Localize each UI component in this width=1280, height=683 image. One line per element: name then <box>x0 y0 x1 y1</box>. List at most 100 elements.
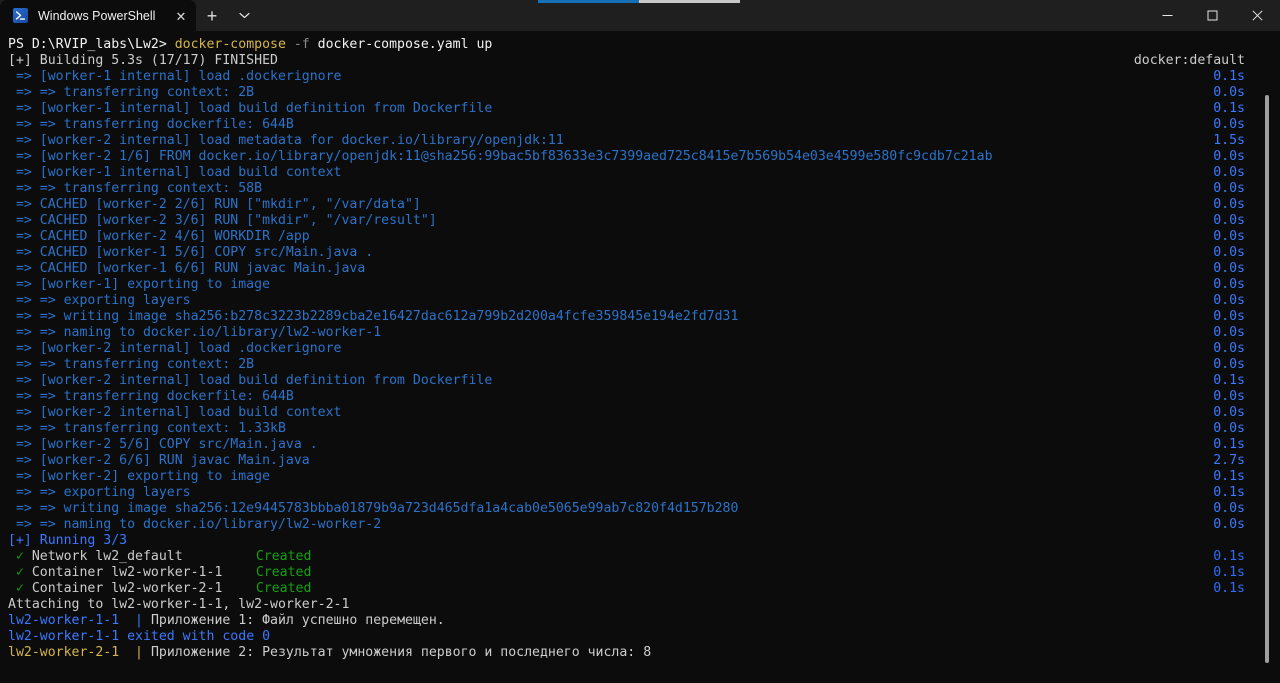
prompt-line: PS D:\RVIP_labs\Lw2> docker-compose -f d… <box>0 37 1280 53</box>
build-step-line: => [worker-1] exporting to image 0.0s <box>0 277 1280 293</box>
chevron-down-icon[interactable] <box>228 0 260 31</box>
prompt-path: PS D:\RVIP_labs\Lw2> <box>8 37 175 52</box>
step-duration: 0.1s <box>1213 101 1245 116</box>
step-duration: 0.0s <box>1213 277 1245 292</box>
tab-windows-powershell[interactable]: Windows PowerShell ✕ <box>0 0 196 31</box>
progress-track-remainder <box>639 0 740 3</box>
build-step-line: => CACHED [worker-2 4/6] WORKDIR /app 0.0… <box>0 229 1280 245</box>
step-duration: 0.0s <box>1213 149 1245 164</box>
build-step-text: => [worker-2 internal] load metadata for… <box>8 133 564 148</box>
build-step-text: => => writing image sha256:b278c3223b228… <box>8 309 739 324</box>
title-bar: Windows PowerShell ✕ + <box>0 0 1280 31</box>
step-duration: 0.0s <box>1213 197 1245 212</box>
step-duration: 0.0s <box>1213 261 1245 276</box>
resource-status: Created <box>255 581 312 596</box>
close-tab-icon[interactable]: ✕ <box>166 0 196 31</box>
build-step-text: => [worker-2 internal] load build defini… <box>8 373 493 388</box>
step-duration: 0.0s <box>1213 309 1245 324</box>
resource-line: ✓ Container lw2-worker-1-1 Created 0.1s <box>0 565 1280 581</box>
progress-fill <box>538 0 639 3</box>
step-duration: 0.1s <box>1213 549 1245 564</box>
resource-line: ✓ Container lw2-worker-2-1 Created 0.1s <box>0 581 1280 597</box>
build-step-line: => => transferring context: 58B 0.0s <box>0 181 1280 197</box>
maximize-button[interactable] <box>1190 0 1235 31</box>
step-duration: 0.0s <box>1213 357 1245 372</box>
step-duration: 0.0s <box>1213 341 1245 356</box>
step-duration: 0.0s <box>1213 181 1245 196</box>
build-step-line: => [worker-2 internal] load metadata for… <box>0 133 1280 149</box>
build-step-text: => => transferring dockerfile: 644B <box>8 117 294 132</box>
scrollbar-thumb[interactable] <box>1265 95 1269 663</box>
build-step-text: => CACHED [worker-1 6/6] RUN javac Main.… <box>8 261 366 276</box>
check-icon: ✓ <box>8 549 32 564</box>
build-step-text: => => transferring context: 2B <box>8 357 255 372</box>
build-step-text: => [worker-1 internal] load build contex… <box>8 165 342 180</box>
step-duration: 0.0s <box>1213 85 1245 100</box>
powershell-window: Windows PowerShell ✕ + PS D:\RVIP_labs\L… <box>0 0 1280 683</box>
service-log-line: lw2-worker-1-1 | Приложение 1: Файл успе… <box>0 613 1280 629</box>
step-duration: 0.0s <box>1213 117 1245 132</box>
titlebar-drag-area <box>260 0 1145 31</box>
build-step-line: => => transferring context: 2B 0.0s <box>0 357 1280 373</box>
step-duration: 0.0s <box>1213 421 1245 436</box>
build-step-line: => [worker-2 1/6] FROM docker.io/library… <box>0 149 1280 165</box>
step-duration: 1.5s <box>1213 133 1245 148</box>
command-flag: -f <box>285 37 318 52</box>
window-controls <box>1145 0 1280 31</box>
attaching-text: Attaching to lw2-worker-1-1, lw2-worker-… <box>8 597 350 612</box>
build-step-text: => [worker-1 internal] load .dockerignor… <box>8 69 342 84</box>
close-window-button[interactable] <box>1235 0 1280 31</box>
build-step-text: => [worker-2 internal] load .dockerignor… <box>8 341 342 356</box>
attaching-line: Attaching to lw2-worker-1-1, lw2-worker-… <box>0 597 1280 613</box>
minimize-button[interactable] <box>1145 0 1190 31</box>
check-icon: ✓ <box>8 565 32 580</box>
command-args: docker-compose.yaml up <box>317 37 493 52</box>
step-duration: 0.0s <box>1213 501 1245 516</box>
log-separator: | <box>135 645 151 660</box>
build-step-text: => => transferring dockerfile: 644B <box>8 389 294 404</box>
step-duration: 0.1s <box>1213 581 1245 596</box>
build-step-line: => => transferring context: 1.33kB 0.0s <box>0 421 1280 437</box>
build-step-line: => => transferring context: 2B 0.0s <box>0 85 1280 101</box>
terminal-output-area[interactable]: PS D:\RVIP_labs\Lw2> docker-compose -f d… <box>0 31 1280 683</box>
build-step-line: => => transferring dockerfile: 644B 0.0s <box>0 117 1280 133</box>
service-log-line: lw2-worker-2-1 | Приложение 2: Результат… <box>0 645 1280 661</box>
build-step-text: => [worker-2 internal] load build contex… <box>8 405 342 420</box>
build-step-text: => => transferring context: 58B <box>8 181 263 196</box>
build-step-text: => => naming to docker.io/library/lw2-wo… <box>8 517 382 532</box>
step-duration: 0.0s <box>1213 293 1245 308</box>
build-step-text: => [worker-2 6/6] RUN javac Main.java <box>8 453 310 468</box>
build-step-text: => CACHED [worker-1 5/6] COPY src/Main.j… <box>8 245 374 260</box>
step-duration: 0.1s <box>1213 373 1245 388</box>
step-duration: 0.0s <box>1213 245 1245 260</box>
resource-name: Container lw2-worker-1-1 <box>31 565 223 580</box>
build-header-text: [+] Building 5.3s (17/17) FINISHED <box>8 53 278 68</box>
build-step-line: => [worker-2 internal] load build defini… <box>0 373 1280 389</box>
step-duration: 0.0s <box>1213 517 1245 532</box>
build-step-text: => CACHED [worker-2 2/6] RUN ["mkdir", "… <box>8 197 421 212</box>
step-duration: 0.0s <box>1213 213 1245 228</box>
tab-title: Windows PowerShell <box>38 8 156 23</box>
build-step-text: => => transferring context: 1.33kB <box>8 421 286 436</box>
service-name: lw2-worker-2-1 <box>8 645 136 660</box>
check-icon: ✓ <box>8 581 32 596</box>
log-message: Приложение 2: Результат умножения первог… <box>150 645 652 660</box>
resource-name: Network lw2_default <box>31 549 183 564</box>
build-step-text: => => transferring context: 2B <box>8 85 255 100</box>
build-step-text: => [worker-2 1/6] FROM docker.io/library… <box>8 149 993 164</box>
top-progress-bar <box>538 0 740 3</box>
build-step-line: => [worker-1 internal] load build defini… <box>0 101 1280 117</box>
resource-status: Created <box>255 565 312 580</box>
build-step-text: => => exporting layers <box>8 485 191 500</box>
build-driver-label: docker:default <box>1133 53 1245 68</box>
build-step-line: => CACHED [worker-1 5/6] COPY src/Main.j… <box>0 245 1280 261</box>
build-header-line: [+] Building 5.3s (17/17) FINISHED docker… <box>0 53 1280 69</box>
new-tab-button[interactable]: + <box>196 0 228 31</box>
command-name: docker-compose <box>174 37 286 52</box>
build-step-text: => [worker-2 5/6] COPY src/Main.java . <box>8 437 318 452</box>
terminal-scrollbar[interactable] <box>1262 31 1274 683</box>
terminal-lines: PS D:\RVIP_labs\Lw2> docker-compose -f d… <box>0 37 1280 661</box>
build-step-line: => [worker-2 internal] load .dockerignor… <box>0 341 1280 357</box>
step-duration: 2.7s <box>1213 453 1245 468</box>
build-step-text: => => exporting layers <box>8 293 191 308</box>
